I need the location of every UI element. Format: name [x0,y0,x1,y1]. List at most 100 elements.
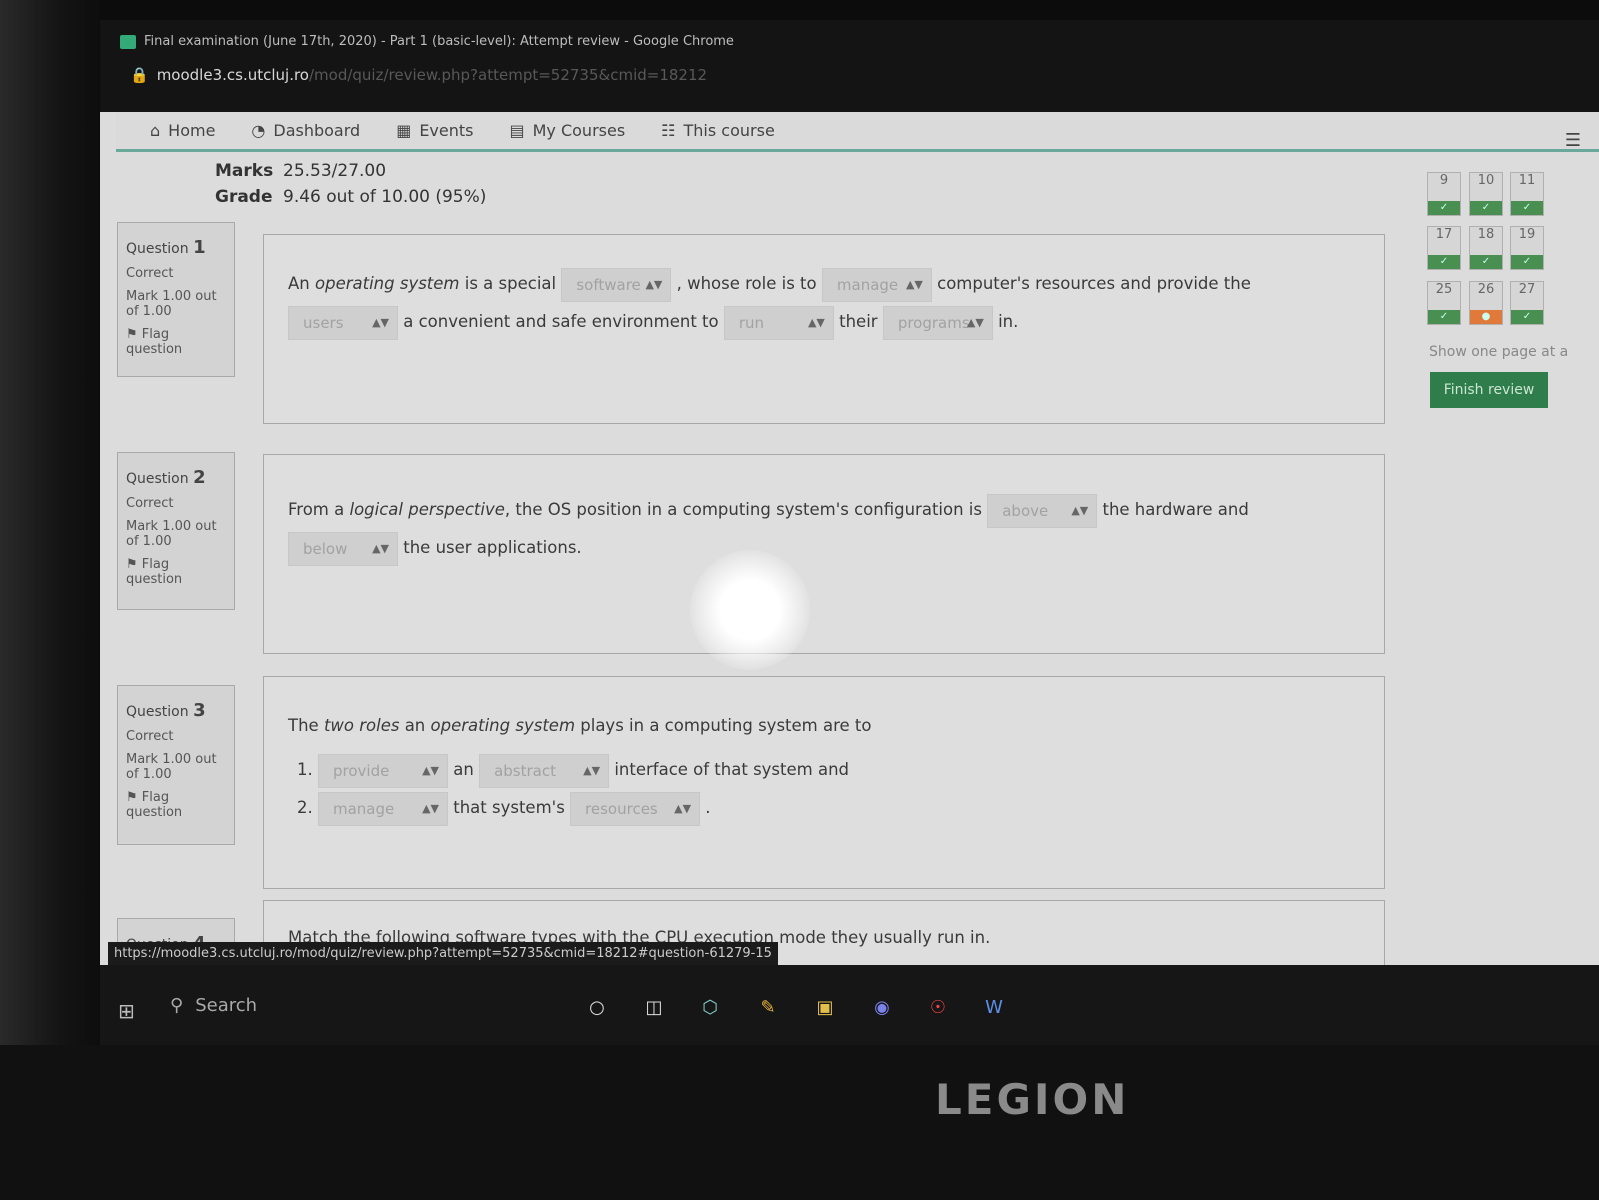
calendar-icon: ▦ [396,121,412,140]
monitor-bezel-left [0,0,100,1200]
word-icon[interactable]: W [972,985,1016,1029]
check-icon: ✓ [1511,255,1543,269]
question-mark: Mark 1.00 out of 1.00 [126,752,217,782]
answer-select[interactable]: manage ▲▼ [821,267,932,302]
quiz-nav-button[interactable]: 10 ✓ [1469,172,1503,216]
question-mark: Mark 1.00 out of 1.00 [126,289,217,319]
answer-select[interactable]: users ▲▼ [288,305,398,340]
show-one-page-link[interactable]: Show one page at a [1429,344,1568,360]
question-state: Correct [126,496,174,511]
cortana-icon[interactable]: ○ [575,985,619,1029]
select-arrow-icon: ▲▼ [422,763,439,777]
answer-select[interactable]: programs ▲▼ [882,305,993,340]
select-arrow-icon: ▲▼ [966,315,984,329]
list-item: provide▲▼ an abstract▲▼ interface of tha… [318,751,1360,789]
answer-select[interactable]: resources ▲▼ [570,791,701,826]
question-3-content: The two roles an operating system plays … [263,676,1385,889]
nav-events-label: Events [419,121,474,140]
question-state: Correct [126,266,174,281]
select-arrow-icon: ▲▼ [422,801,439,815]
nav-home-label: Home [168,121,216,140]
taskbar-search[interactable]: ⚲ Search [170,995,257,1016]
status-bar-url: https://moodle3.cs.utcluj.ro/mod/quiz/re… [108,942,778,965]
taskbar-search-label: Search [195,995,258,1016]
question-state: Correct [126,729,174,744]
check-icon: ✓ [1511,310,1543,324]
question-2-info: Question 2 Correct Mark 1.00 out of 1.00… [117,452,235,610]
answer-select[interactable]: provide ▲▼ [318,753,448,788]
quiz-nav-button[interactable]: 19 ✓ [1510,226,1544,270]
nav-events[interactable]: ▦ Events [396,121,473,140]
dashboard-icon: ◔ [251,121,266,140]
briefcase-icon: ▤ [509,121,525,140]
moodle-tab-icon [120,34,136,49]
answer-select[interactable]: below ▲▼ [288,531,398,566]
search-icon: ⚲ [170,995,184,1016]
window-title-text: Final examination (June 17th, 2020) - Pa… [144,34,734,49]
task-view-icon[interactable]: ◫ [632,985,676,1029]
grade-value: 9.46 out of 10.00 (95%) [283,187,487,207]
answer-select[interactable]: manage ▲▼ [318,791,448,826]
address-bar[interactable]: 🔒 moodle3.cs.utcluj.ro/mod/quiz/review.p… [130,66,707,84]
lock-icon: 🔒 [130,66,149,84]
select-arrow-icon: ▲▼ [1071,503,1089,517]
window-title: Final examination (June 17th, 2020) - Pa… [120,34,734,49]
file-explorer-icon[interactable]: ▣ [803,985,847,1029]
quiz-nav-button[interactable]: 17 ✓ [1427,226,1461,270]
teams-icon[interactable]: ◉ [860,985,904,1029]
select-arrow-icon: ▲▼ [905,277,923,291]
check-icon: ✓ [1511,201,1543,215]
check-icon: ✓ [1470,201,1502,215]
screen-glare [690,550,810,670]
sitemap-icon: ☷ [661,121,676,140]
nav-dashboard-label: Dashboard [273,121,361,140]
quiz-nav-button[interactable]: 25 ✓ [1427,281,1461,325]
nav-this-course-label: This course [683,121,775,140]
3d-box-icon[interactable]: ⬡ [688,985,732,1029]
windows-start-icon[interactable]: ⊞ [118,999,135,1023]
answer-select[interactable]: above ▲▼ [987,493,1098,528]
flag-question[interactable]: ⚑ Flag question [126,790,226,820]
quiz-nav-button[interactable]: 11 ✓ [1510,172,1544,216]
nav-this-course[interactable]: ☷ This course [661,121,775,140]
drawer-menu-icon[interactable]: ☰ [1565,130,1581,151]
answer-select[interactable]: software ▲▼ [561,267,672,302]
flag-question[interactable]: ⚑ Flag question [126,557,226,587]
quiz-nav-button[interactable]: 26 ● [1469,281,1503,325]
select-arrow-icon: ▲▼ [372,315,389,329]
flag-question[interactable]: ⚑ Flag question [126,327,226,357]
quiz-nav-button[interactable]: 18 ✓ [1469,226,1503,270]
finish-review-button[interactable]: Finish review [1430,372,1548,408]
attempt-summary: Marks 25.53/27.00 Grade 9.46 out of 10.0… [215,158,486,210]
paint-icon[interactable]: ✎ [746,985,790,1029]
question-text: The two roles an operating system plays … [288,716,872,735]
question-number: Question 2 [126,467,206,488]
nav-my-courses[interactable]: ▤ My Courses [509,121,625,140]
nav-home[interactable]: ⌂ Home [150,121,215,140]
flag-icon: ⚑ [126,557,138,572]
grade-label: Grade [215,187,273,207]
question-mark: Mark 1.00 out of 1.00 [126,519,217,549]
flag-icon: ⚑ [126,790,138,805]
check-icon: ✓ [1428,201,1460,215]
partial-icon: ● [1470,310,1502,324]
chrome-icon[interactable]: ☉ [916,985,960,1029]
check-icon: ✓ [1470,255,1502,269]
question-number: Question 3 [126,700,206,721]
marks-value: 25.53/27.00 [283,161,387,181]
answer-select[interactable]: run ▲▼ [723,305,834,340]
check-icon: ✓ [1428,255,1460,269]
taskbar: ⊞ ⚲ Search ○ ◫ ⬡ ✎ ▣ ◉ ☉ W [100,965,1599,1045]
select-arrow-icon: ▲▼ [807,315,825,329]
select-arrow-icon: ▲▼ [372,541,389,555]
quiz-nav-button[interactable]: 9 ✓ [1427,172,1461,216]
url-path: /mod/quiz/review.php?attempt=52735&cmid=… [308,66,708,84]
answer-select[interactable]: abstract ▲▼ [479,753,610,788]
question-1-info: Question 1 Correct Mark 1.00 out of 1.00… [117,222,235,377]
nav-dashboard[interactable]: ◔ Dashboard [251,121,360,140]
question-1-content: An operating system is a special softwar… [263,234,1385,424]
check-icon: ✓ [1428,310,1460,324]
url-host: moodle3.cs.utcluj.ro [156,66,309,84]
list-item: manage▲▼ that system's resources▲▼ . [318,789,1360,827]
quiz-nav-button[interactable]: 27 ✓ [1510,281,1544,325]
